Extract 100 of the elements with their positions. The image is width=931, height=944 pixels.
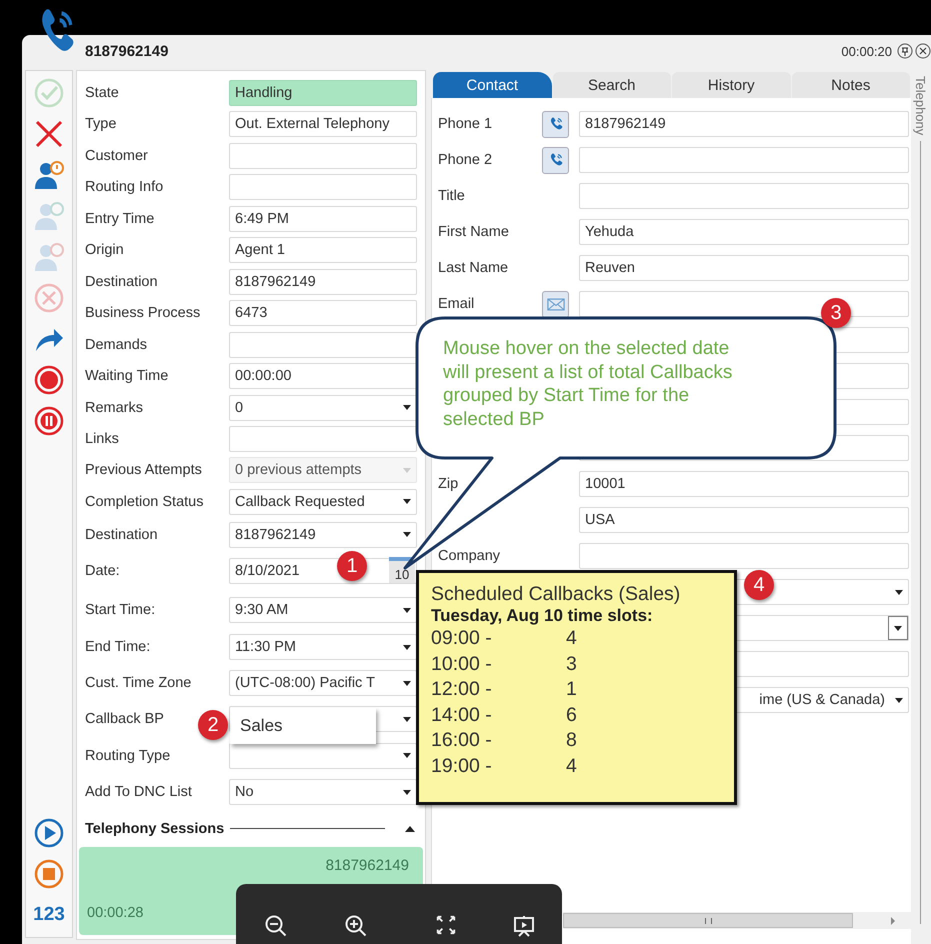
expand-arrows-icon[interactable] xyxy=(435,914,457,936)
slot-count: 1 xyxy=(566,677,578,702)
section-title: Telephony Sessions xyxy=(85,820,224,836)
field-label: End Time: xyxy=(85,639,150,655)
text-field[interactable]: Agent 1 xyxy=(229,237,417,264)
text-field[interactable] xyxy=(229,426,417,452)
text-field[interactable] xyxy=(579,147,909,173)
record-icon[interactable] xyxy=(33,364,65,396)
keypad-button[interactable]: 123 xyxy=(33,904,65,926)
email-button[interactable] xyxy=(542,290,569,318)
close-icon[interactable] xyxy=(915,43,931,59)
slot-time: 16:00 - xyxy=(431,728,493,753)
text-field[interactable]: Yehuda xyxy=(579,219,909,245)
text-field[interactable]: 6:49 PM xyxy=(229,206,417,232)
field-label: State xyxy=(85,84,119,101)
field-label: Phone 2 xyxy=(438,152,492,168)
tooltip-title: Scheduled Callbacks (Sales) xyxy=(431,583,682,606)
dropdown-field[interactable]: 11:30 PM xyxy=(229,634,417,660)
text-field[interactable]: Reuven xyxy=(579,255,909,281)
field-label: Completion Status xyxy=(85,494,204,510)
slot-count: 8 xyxy=(566,728,578,753)
collapse-caret-icon[interactable] xyxy=(405,826,415,832)
text-field[interactable]: 6473 xyxy=(229,300,417,326)
text-field[interactable]: 8187962149 xyxy=(579,111,909,137)
text-field[interactable]: 8187962149 xyxy=(229,268,417,295)
status-field: Handling xyxy=(229,80,417,106)
side-tab[interactable]: Telephony xyxy=(913,72,928,136)
slot-count: 6 xyxy=(566,702,578,728)
field-label: Links xyxy=(85,431,119,448)
tab[interactable]: Contact xyxy=(433,72,552,98)
dropdown-field[interactable]: 9:30 AM xyxy=(229,597,417,623)
text-field[interactable] xyxy=(229,142,417,169)
dropdown-field[interactable]: 8187962149 xyxy=(229,522,417,548)
dropdown-field[interactable] xyxy=(229,742,417,768)
field-label: Routing Type xyxy=(85,748,170,764)
field-label: Entry Time xyxy=(85,210,154,227)
dropdown-option[interactable]: Sales xyxy=(230,708,376,744)
slot-time: 19:00 - xyxy=(431,754,493,778)
field-label: Demands xyxy=(85,336,148,353)
slot-time: 10:00 - xyxy=(431,652,493,676)
field-label: Routing Info xyxy=(85,179,164,196)
dropdown-arrow-icon[interactable] xyxy=(403,680,411,686)
slot-time: 12:00 - xyxy=(431,677,493,702)
text-field[interactable]: 00:00:00 xyxy=(229,363,417,390)
window-title: 8187962149 xyxy=(85,42,168,60)
zoom-in-icon[interactable] xyxy=(344,914,368,938)
dropdown-field[interactable]: 0 xyxy=(229,394,417,421)
slot-count: 4 xyxy=(566,754,578,778)
dropdown-field[interactable]: (UTC-08:00) Pacific T xyxy=(229,670,417,696)
field-label: Callback BP xyxy=(85,711,164,727)
field-label: Type xyxy=(85,116,116,132)
text-field[interactable] xyxy=(579,183,909,209)
dropdown-arrow-icon[interactable] xyxy=(403,790,411,794)
dropdown-field[interactable]: No xyxy=(229,779,417,805)
tab[interactable]: Notes xyxy=(792,72,910,98)
pin-icon[interactable] xyxy=(897,43,913,59)
stop-icon[interactable] xyxy=(33,858,65,890)
presentation-play-icon[interactable] xyxy=(512,914,536,938)
calendar-button[interactable]: 10 xyxy=(389,557,415,583)
text-field[interactable] xyxy=(579,543,909,569)
person-alert-icon[interactable] xyxy=(33,158,65,190)
field-label: Destination xyxy=(85,274,158,290)
call-button[interactable] xyxy=(542,110,569,138)
pause-icon[interactable] xyxy=(33,404,65,436)
dropdown-arrow-icon[interactable] xyxy=(403,644,411,650)
field-label: Date: xyxy=(85,563,120,579)
field-label: Company xyxy=(438,548,500,564)
field-label: Zip xyxy=(438,476,458,492)
field-label: Customer xyxy=(85,148,148,164)
field-label: Waiting Time xyxy=(85,368,168,384)
call-button[interactable] xyxy=(542,146,569,174)
field-label: Origin xyxy=(85,242,124,258)
dropdown-arrow-icon[interactable] xyxy=(403,608,411,612)
dropdown-arrow-icon[interactable] xyxy=(895,590,903,594)
play-icon[interactable] xyxy=(33,816,65,848)
field-label: Title xyxy=(438,188,465,204)
field-label: Phone 1 xyxy=(438,116,492,132)
text-field[interactable]: 10001 xyxy=(579,471,909,497)
slot-count: 3 xyxy=(566,652,578,676)
text-field[interactable] xyxy=(229,332,417,358)
tooltip-subtitle: Tuesday, Aug 10 time slots: xyxy=(431,606,654,626)
tab[interactable]: History xyxy=(672,72,790,98)
dropdown-arrow-icon[interactable] xyxy=(403,716,411,722)
session-number: 8187962149 xyxy=(326,857,409,874)
dropdown-arrow-icon[interactable] xyxy=(403,753,411,758)
dropdown-arrow-icon[interactable] xyxy=(895,698,903,702)
field-label: Destination xyxy=(85,526,158,542)
text-field[interactable]: USA xyxy=(579,507,909,533)
dropdown-arrow-icon[interactable] xyxy=(403,532,411,537)
field-label: Add To DNC List xyxy=(85,784,192,800)
text-field[interactable] xyxy=(229,174,417,200)
field-label: Previous Attempts xyxy=(85,462,202,478)
horizontal-scrollbar[interactable] xyxy=(563,912,911,929)
dropdown-field[interactable]: Callback Requested xyxy=(229,488,417,514)
dropdown-arrow-icon[interactable] xyxy=(403,499,411,504)
field-label: Start Time: xyxy=(85,602,156,618)
dropdown-button[interactable] xyxy=(888,616,908,640)
zoom-out-icon[interactable] xyxy=(264,914,288,938)
text-field[interactable]: Out. External Telephony xyxy=(229,111,417,138)
tab[interactable]: Search xyxy=(552,72,671,98)
